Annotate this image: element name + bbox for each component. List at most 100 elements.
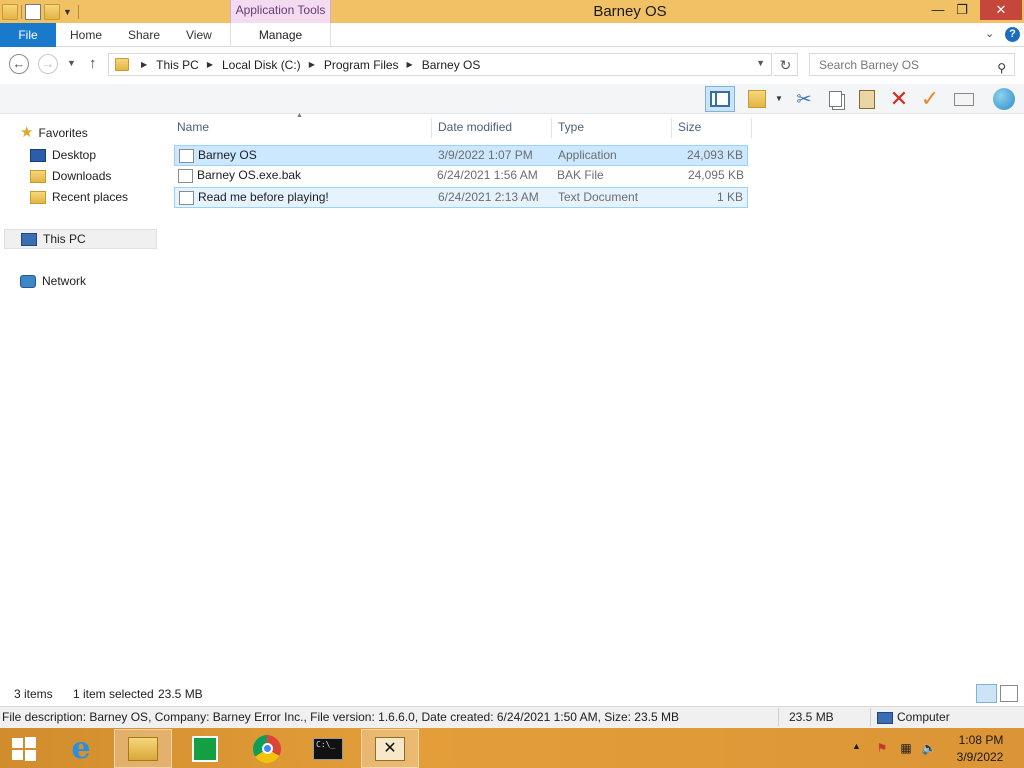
store-button[interactable] xyxy=(176,729,234,768)
copy-glyph xyxy=(828,91,842,107)
paste-icon[interactable] xyxy=(854,87,880,111)
column-header-size[interactable]: Size xyxy=(672,118,752,138)
address-bar[interactable]: ▶ This PC ▶ Local Disk (C:) ▶ Program Fi… xyxy=(108,53,772,76)
file-row-barney-os[interactable]: Barney OS 3/9/2022 1:07 PM Application 2… xyxy=(174,145,748,166)
copy-icon[interactable] xyxy=(822,87,848,111)
nav-this-pc-label: This PC xyxy=(43,232,86,246)
properties-icon[interactable] xyxy=(25,3,41,20)
nav-network-label: Network xyxy=(42,274,87,288)
show-hidden-icons-icon[interactable]: ▲ xyxy=(852,741,861,751)
tab-manage[interactable]: Manage xyxy=(230,23,331,47)
file-size: 1 KB xyxy=(716,190,743,204)
folder-icon xyxy=(2,3,18,20)
application-icon xyxy=(179,149,194,163)
action-center-icon[interactable]: ⚑ xyxy=(874,741,890,756)
desktop-icon xyxy=(30,148,46,162)
divider xyxy=(870,708,871,726)
chevron-right-icon: ▶ xyxy=(308,60,315,69)
forward-button[interactable]: → xyxy=(38,54,58,74)
tab-view[interactable]: View xyxy=(186,23,212,47)
chevron-right-icon: ▶ xyxy=(206,60,213,69)
application-tools-label: Application Tools xyxy=(230,0,331,23)
file-type: Text Document xyxy=(558,190,639,204)
file-name: Barney OS xyxy=(198,148,257,162)
chevron-right-icon: ▶ xyxy=(141,60,148,69)
up-button[interactable]: ↑ xyxy=(89,55,97,72)
column-header-date[interactable]: Date modified xyxy=(432,118,552,138)
start-button[interactable] xyxy=(0,729,48,768)
internet-explorer-icon: e xyxy=(71,731,91,766)
command-prompt-button[interactable]: C:\_ xyxy=(299,729,357,768)
window-title: Barney OS xyxy=(593,3,667,20)
customize-toolbar-icon[interactable]: ▼ xyxy=(63,7,72,17)
volume-icon[interactable]: 🔈 xyxy=(921,741,937,756)
nav-downloads-label: Downloads xyxy=(52,169,112,183)
clipboard-glyph xyxy=(859,89,875,109)
file-explorer-button[interactable] xyxy=(114,729,172,768)
clock-date[interactable]: 3/9/2022 xyxy=(952,750,1008,764)
internet-explorer-button[interactable]: e xyxy=(52,729,110,768)
cut-icon[interactable]: ✂ xyxy=(791,87,817,111)
nav-this-pc[interactable]: This PC xyxy=(4,229,157,249)
maximize-button[interactable]: ❐ xyxy=(952,0,972,20)
file-name: Read me before playing! xyxy=(198,190,329,204)
globe-icon[interactable] xyxy=(991,87,1017,111)
folder-options-dropdown-icon[interactable]: ▼ xyxy=(775,94,783,103)
command-prompt-icon: C:\_ xyxy=(313,737,343,760)
breadcrumb-this-pc[interactable]: This PC xyxy=(156,58,199,72)
back-button[interactable]: ← xyxy=(9,54,29,74)
search-input[interactable]: Search Barney OS ⚲ xyxy=(809,53,1015,76)
network-icon xyxy=(20,274,36,288)
info-size: 23.5 MB xyxy=(789,710,834,724)
large-icons-view-icon[interactable] xyxy=(1000,685,1018,702)
nav-desktop[interactable]: Desktop xyxy=(30,145,96,165)
selection-size: 23.5 MB xyxy=(158,687,203,701)
breadcrumb-program-files[interactable]: Program Files xyxy=(324,58,399,72)
file-row-barney-os-bak[interactable]: Barney OS.exe.bak 6/24/2021 1:56 AM BAK … xyxy=(174,166,748,187)
file-size: 24,095 KB xyxy=(687,168,744,182)
preview-pane-button[interactable] xyxy=(705,86,735,112)
details-view-icon[interactable] xyxy=(976,684,997,703)
network-status-icon[interactable]: ▦ xyxy=(898,741,914,756)
file-type: BAK File xyxy=(557,168,604,182)
folder-options-button[interactable] xyxy=(744,87,770,111)
layout-icon xyxy=(710,91,730,107)
globe-glyph xyxy=(993,88,1015,110)
nav-network[interactable]: Network xyxy=(20,271,86,291)
nav-desktop-label: Desktop xyxy=(52,148,97,162)
new-folder-icon[interactable] xyxy=(44,3,60,20)
chrome-button[interactable] xyxy=(238,729,296,768)
minimize-button[interactable]: — xyxy=(928,0,948,20)
nav-favorites[interactable]: ★ Favorites xyxy=(20,123,88,143)
rename-check-icon[interactable]: ✓ xyxy=(917,86,943,111)
breadcrumb-local-disk[interactable]: Local Disk (C:) xyxy=(222,58,301,72)
tab-share[interactable]: Share xyxy=(128,23,160,47)
file-size: 24,093 KB xyxy=(686,148,743,162)
tab-home[interactable]: Home xyxy=(70,23,102,47)
refresh-button[interactable]: ↻ xyxy=(774,53,798,76)
delete-icon[interactable]: ✕ xyxy=(886,86,912,111)
recent-locations-icon[interactable]: ▼ xyxy=(67,58,76,68)
folder-check-icon xyxy=(748,90,766,108)
column-header-type[interactable]: Type xyxy=(552,118,672,138)
address-dropdown-icon[interactable]: ▼ xyxy=(756,58,765,68)
downloads-icon xyxy=(30,169,46,183)
nav-downloads[interactable]: Downloads xyxy=(30,166,111,186)
tab-file[interactable]: File xyxy=(0,23,56,47)
nav-recent-places[interactable]: Recent places xyxy=(30,187,128,207)
column-header-name[interactable]: Name xyxy=(171,118,432,138)
hex-editor-button[interactable]: ✕ xyxy=(361,729,419,768)
breadcrumb-barney-os[interactable]: Barney OS xyxy=(422,58,481,72)
properties-icon[interactable] xyxy=(951,87,977,111)
file-row-read-me[interactable]: Read me before playing! 6/24/2021 2:13 A… xyxy=(174,187,748,208)
search-icon[interactable]: ⚲ xyxy=(997,57,1006,79)
hex-editor-icon: ✕ xyxy=(375,736,405,761)
expand-ribbon-icon[interactable]: ⌄ xyxy=(985,27,994,40)
properties-glyph xyxy=(954,92,974,106)
clock-time[interactable]: 1:08 PM xyxy=(956,733,1006,747)
file-description: File description: Barney OS, Company: Ba… xyxy=(2,710,679,724)
file-date: 6/24/2021 1:56 AM xyxy=(437,168,538,182)
close-button[interactable]: ✕ xyxy=(980,0,1022,20)
file-explorer-icon xyxy=(128,736,158,761)
help-icon[interactable]: ? xyxy=(1005,27,1020,42)
